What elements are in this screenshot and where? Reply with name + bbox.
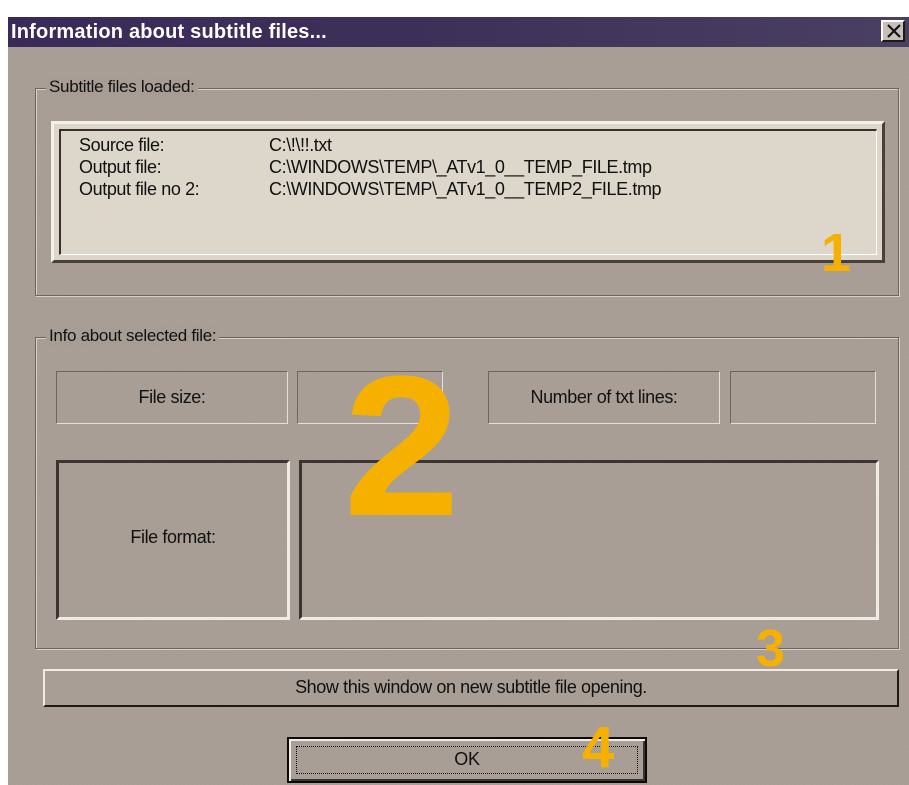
loaded-files-list[interactable]: Source file: C:\!\!!.txt Output file: C:… <box>51 121 885 263</box>
list-item-value: C:\WINDOWS\TEMP\_ATv1_0__TEMP2_FILE.tmp <box>269 179 662 199</box>
lines-label: Number of txt lines: <box>530 387 678 407</box>
close-button[interactable] <box>881 20 905 42</box>
file-info-legend: Info about selected file: <box>46 326 220 346</box>
list-item-label: Output file: <box>79 157 162 177</box>
list-item-label: Source file: <box>79 135 165 155</box>
list-item-value: C:\!\!!.txt <box>269 135 332 155</box>
file-format-label-panel: File format: <box>56 460 290 620</box>
file-format-label: File format: <box>130 527 216 547</box>
dialog-window: Information about subtitle files... Subt… <box>8 17 909 785</box>
close-icon <box>887 24 901 38</box>
annotation-marker-1: 1 <box>821 223 852 283</box>
file-size-label-panel: File size: <box>56 371 288 424</box>
annotation-marker-3: 3 <box>756 620 785 678</box>
list-item-label: Output file no 2: <box>79 179 200 199</box>
loaded-files-list-inner: Source file: C:\!\!!.txt Output file: C:… <box>59 129 877 255</box>
lines-label-panel: Number of txt lines: <box>488 371 720 424</box>
list-item-value: C:\WINDOWS\TEMP\_ATv1_0__TEMP_FILE.tmp <box>269 157 652 177</box>
lines-value-panel <box>730 371 876 424</box>
file-size-label: File size: <box>138 387 206 407</box>
subtitle-files-legend: Subtitle files loaded: <box>46 77 198 97</box>
title-bar[interactable]: Information about subtitle files... <box>8 17 909 47</box>
window-title: Information about subtitle files... <box>11 21 327 43</box>
annotation-marker-2: 2 <box>343 335 460 558</box>
annotation-marker-4: 4 <box>582 715 615 780</box>
